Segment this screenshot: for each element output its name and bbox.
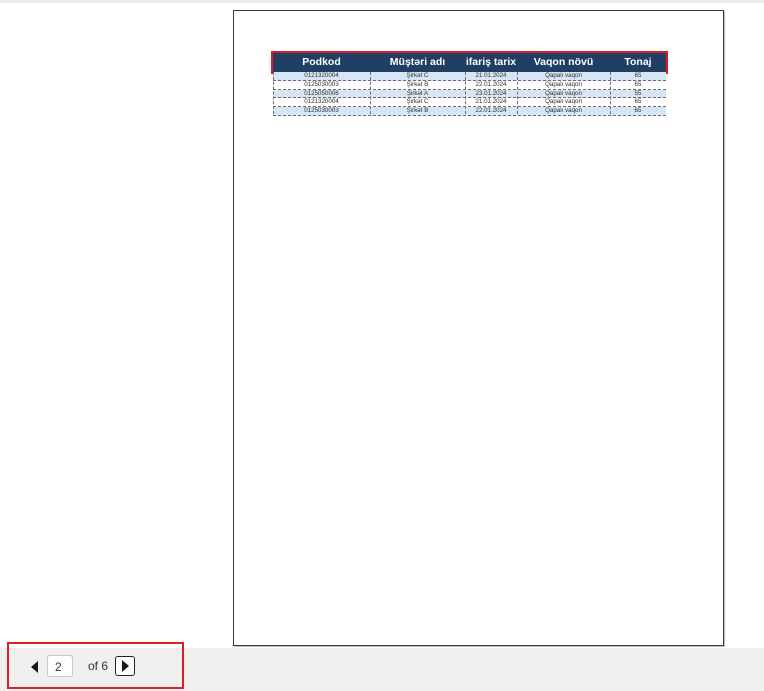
cell-podkod: 0125050006 xyxy=(304,89,339,97)
table-row: 0125050006 Şirkət A 23.01.2024 Qapalı va… xyxy=(273,89,666,99)
table-row: 0125030003 Şirkət B 22.01.2024 Qapalı va… xyxy=(273,80,666,90)
column-header-podkod: Podkod xyxy=(302,56,341,68)
cell-wagon-type: Qapalı vaqon xyxy=(545,89,582,97)
cell-wagon-type: Qapalı vaqon xyxy=(545,80,582,88)
cell-tonnage: 65 xyxy=(634,98,642,106)
table-row: 0121320004 Şirkət C 21.01.2024 Qapalı va… xyxy=(273,72,666,81)
cell-customer-name: Şirkət C xyxy=(406,72,429,79)
column-header-tonnage: Tonaj xyxy=(624,56,652,68)
cell-order-date: 21.01.2024 xyxy=(475,98,507,106)
cell-wagon-type: Qapalı vaqon xyxy=(545,107,582,115)
report-preview-area: Podkod Müştəri adı ifariş tarix Vaqon nö… xyxy=(0,3,764,648)
cell-tonnage: 65 xyxy=(634,80,642,88)
column-divider xyxy=(517,72,518,114)
cell-customer-name: Şirkət B xyxy=(406,107,429,115)
cell-order-date: 22.01.2024 xyxy=(475,80,507,88)
cell-tonnage: 65 xyxy=(634,72,642,79)
cell-customer-name: Şirkət C xyxy=(406,98,429,106)
cell-podkod: 0121320004 xyxy=(304,72,339,79)
column-header-order-date: ifariş tarix xyxy=(465,56,517,68)
table-header-row: Podkod Müştəri adı ifariş tarix Vaqon nö… xyxy=(271,51,668,74)
cell-wagon-type: Qapalı vaqon xyxy=(545,72,582,79)
page-count-label: of 6 xyxy=(88,659,109,673)
triangle-right-icon xyxy=(122,660,129,672)
cell-podkod: 0121320004 xyxy=(304,98,339,106)
table-row: 0121320004 Şirkət C 21.01.2024 Qapalı va… xyxy=(273,98,666,108)
report-page: Podkod Müştəri adı ifariş tarix Vaqon nö… xyxy=(233,10,724,646)
next-page-button[interactable] xyxy=(115,656,135,676)
cell-customer-name: Şirkət A xyxy=(406,89,429,97)
cell-podkod: 0125030003 xyxy=(304,107,339,115)
cell-podkod: 0125030003 xyxy=(304,80,339,88)
column-divider xyxy=(370,72,371,114)
cell-order-date: 23.01.2024 xyxy=(475,89,507,97)
cell-customer-name: Şirkət B xyxy=(406,80,429,88)
column-header-wagon-type: Vaqon növü xyxy=(533,56,594,68)
cell-order-date: 22.01.2024 xyxy=(475,107,507,115)
cell-tonnage: 65 xyxy=(634,107,642,115)
cell-tonnage: 55 xyxy=(634,89,642,97)
triangle-left-icon xyxy=(31,661,38,673)
cell-wagon-type: Qapalı vaqon xyxy=(545,98,582,106)
column-divider xyxy=(465,72,466,114)
column-divider xyxy=(273,72,274,114)
column-header-customer-name: Müştəri adı xyxy=(389,56,446,68)
table-row: 0125030003 Şirkət B 22.01.2024 Qapalı va… xyxy=(273,107,666,116)
column-divider xyxy=(610,72,611,114)
page-number-input[interactable] xyxy=(47,655,73,677)
previous-page-button[interactable] xyxy=(30,661,40,673)
cell-order-date: 21.01.2024 xyxy=(475,72,507,79)
report-table: Podkod Müştəri adı ifariş tarix Vaqon nö… xyxy=(271,51,668,116)
